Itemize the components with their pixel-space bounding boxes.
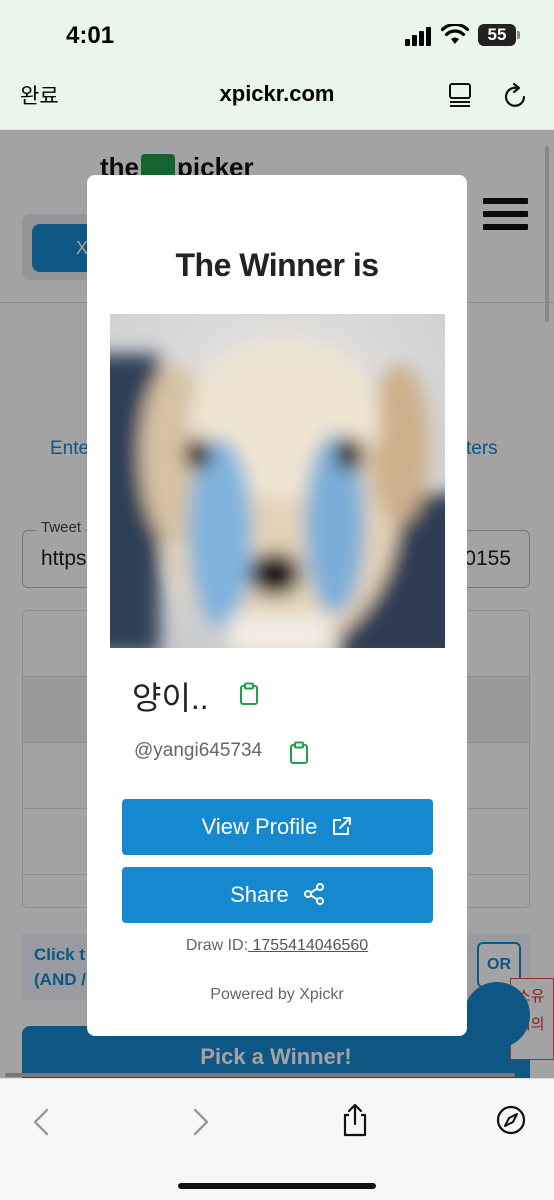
wifi-icon [441, 24, 469, 44]
status-time: 4:01 [66, 22, 115, 49]
copy-handle-icon[interactable] [289, 741, 309, 765]
view-profile-button[interactable]: View Profile [122, 799, 433, 855]
battery-icon: 55 [478, 24, 516, 46]
draw-id: Draw ID: 1755414046560 [87, 937, 467, 955]
view-profile-label: View Profile [201, 814, 318, 839]
horizontal-scroll-indicator [5, 1073, 515, 1077]
vertical-scrollbar[interactable] [545, 146, 549, 322]
reader-mode-icon[interactable] [448, 82, 474, 108]
browser-bottom-bar [0, 1078, 554, 1200]
share-icon[interactable] [340, 1103, 370, 1137]
battery-cap [517, 31, 520, 39]
modal-title: The Winner is [175, 247, 379, 283]
status-bar: 4:01 55 [0, 0, 554, 62]
home-indicator[interactable] [178, 1183, 376, 1189]
winner-handle: @yangi645734 [134, 740, 263, 761]
cellular-signal-icon [405, 26, 433, 46]
compass-icon[interactable] [496, 1105, 526, 1135]
forward-arrow-icon[interactable] [190, 1107, 212, 1137]
copy-name-icon[interactable] [239, 682, 259, 706]
reload-icon[interactable] [503, 82, 529, 110]
powered-by: Powered by Xpickr [210, 986, 344, 1003]
share-label: Share [230, 882, 289, 907]
share-button[interactable]: Share [122, 867, 433, 923]
back-arrow-icon[interactable] [30, 1107, 52, 1137]
winner-avatar [110, 314, 445, 648]
winner-name: 양이.. [132, 680, 209, 716]
share-nodes-icon [303, 883, 324, 906]
draw-id-label: Draw ID: [185, 937, 249, 954]
external-link-icon [333, 817, 352, 836]
draw-id-link[interactable]: 1755414046560 [248, 937, 368, 954]
winner-modal: The Winner is 양이.. @yangi645734 View Pro… [87, 175, 467, 1036]
browser-top-bar: 완료 xpickr.com [0, 62, 554, 130]
